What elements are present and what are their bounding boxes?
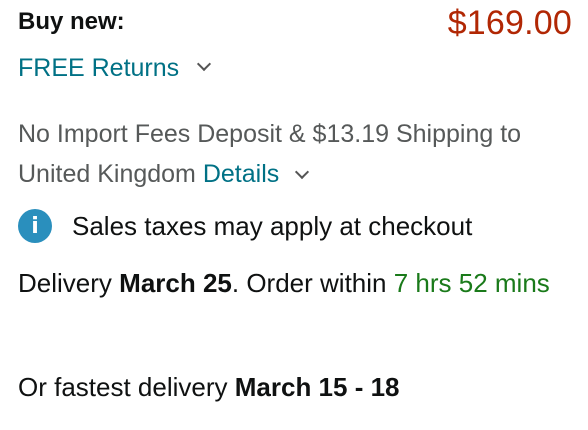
delivery-info: Delivery March 25. Order within 7 hrs 52… — [18, 262, 578, 304]
buy-new-row: Buy new: $169.00 — [18, 4, 574, 46]
price: $169.00 — [447, 4, 572, 42]
sales-tax-note: i Sales taxes may apply at checkout — [18, 206, 472, 246]
info-icon: i — [18, 209, 52, 243]
chevron-down-icon[interactable] — [295, 164, 310, 180]
chevron-down-icon[interactable] — [197, 56, 212, 72]
fastest-delivery-prefix: Or fastest delivery — [18, 372, 228, 402]
details-link[interactable]: Details — [203, 160, 279, 188]
sales-tax-text: Sales taxes may apply at checkout — [72, 210, 473, 241]
delivery-prefix: Delivery — [18, 268, 112, 298]
order-within-text: . Order within — [231, 268, 387, 298]
free-returns-toggle[interactable]: FREE Returns — [18, 52, 212, 84]
import-fees-shipping: No Import Fees Deposit & $13.19 Shipping… — [18, 114, 578, 194]
fastest-delivery: Or fastest delivery March 15 - 18 — [18, 366, 578, 408]
delivery-date: March 25 — [119, 268, 232, 298]
buy-new-label: Buy new: — [18, 8, 125, 35]
fastest-delivery-dates: March 15 - 18 — [234, 372, 400, 402]
order-countdown: 7 hrs 52 mins — [393, 268, 550, 298]
free-returns-link[interactable]: FREE Returns — [18, 54, 179, 83]
